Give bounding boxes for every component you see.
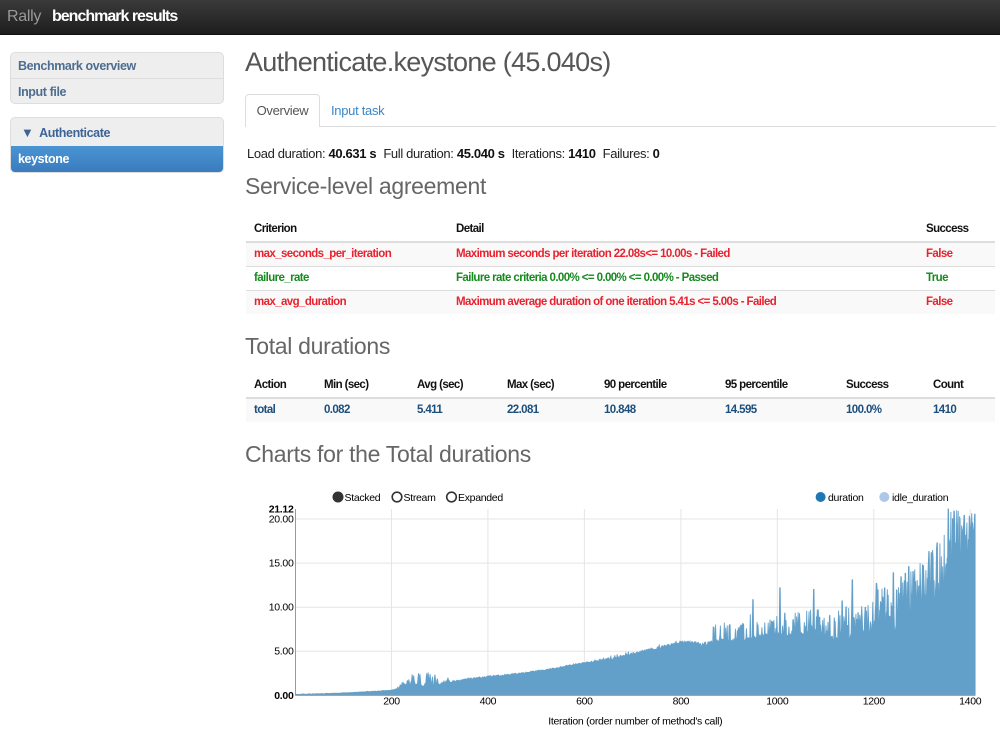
svg-text:5.00: 5.00 xyxy=(274,646,294,658)
svg-text:1400: 1400 xyxy=(959,696,982,708)
svg-text:1200: 1200 xyxy=(863,696,886,708)
svg-text:400: 400 xyxy=(480,696,497,708)
svg-text:Stream: Stream xyxy=(404,492,437,504)
svg-text:200: 200 xyxy=(383,696,400,708)
svg-text:1000: 1000 xyxy=(766,696,789,708)
svg-text:800: 800 xyxy=(673,696,690,708)
svg-text:Iteration (order number of met: Iteration (order number of method's call… xyxy=(548,716,722,728)
svg-text:10.00: 10.00 xyxy=(269,602,294,614)
svg-text:Stacked: Stacked xyxy=(345,492,381,504)
svg-text:600: 600 xyxy=(576,696,593,708)
svg-text:Expanded: Expanded xyxy=(458,492,503,504)
svg-text:idle_duration: idle_duration xyxy=(892,492,949,504)
svg-text:21.12: 21.12 xyxy=(269,504,294,516)
svg-text:duration: duration xyxy=(828,492,864,504)
svg-text:0.00: 0.00 xyxy=(274,690,294,702)
svg-text:15.00: 15.00 xyxy=(269,558,294,570)
